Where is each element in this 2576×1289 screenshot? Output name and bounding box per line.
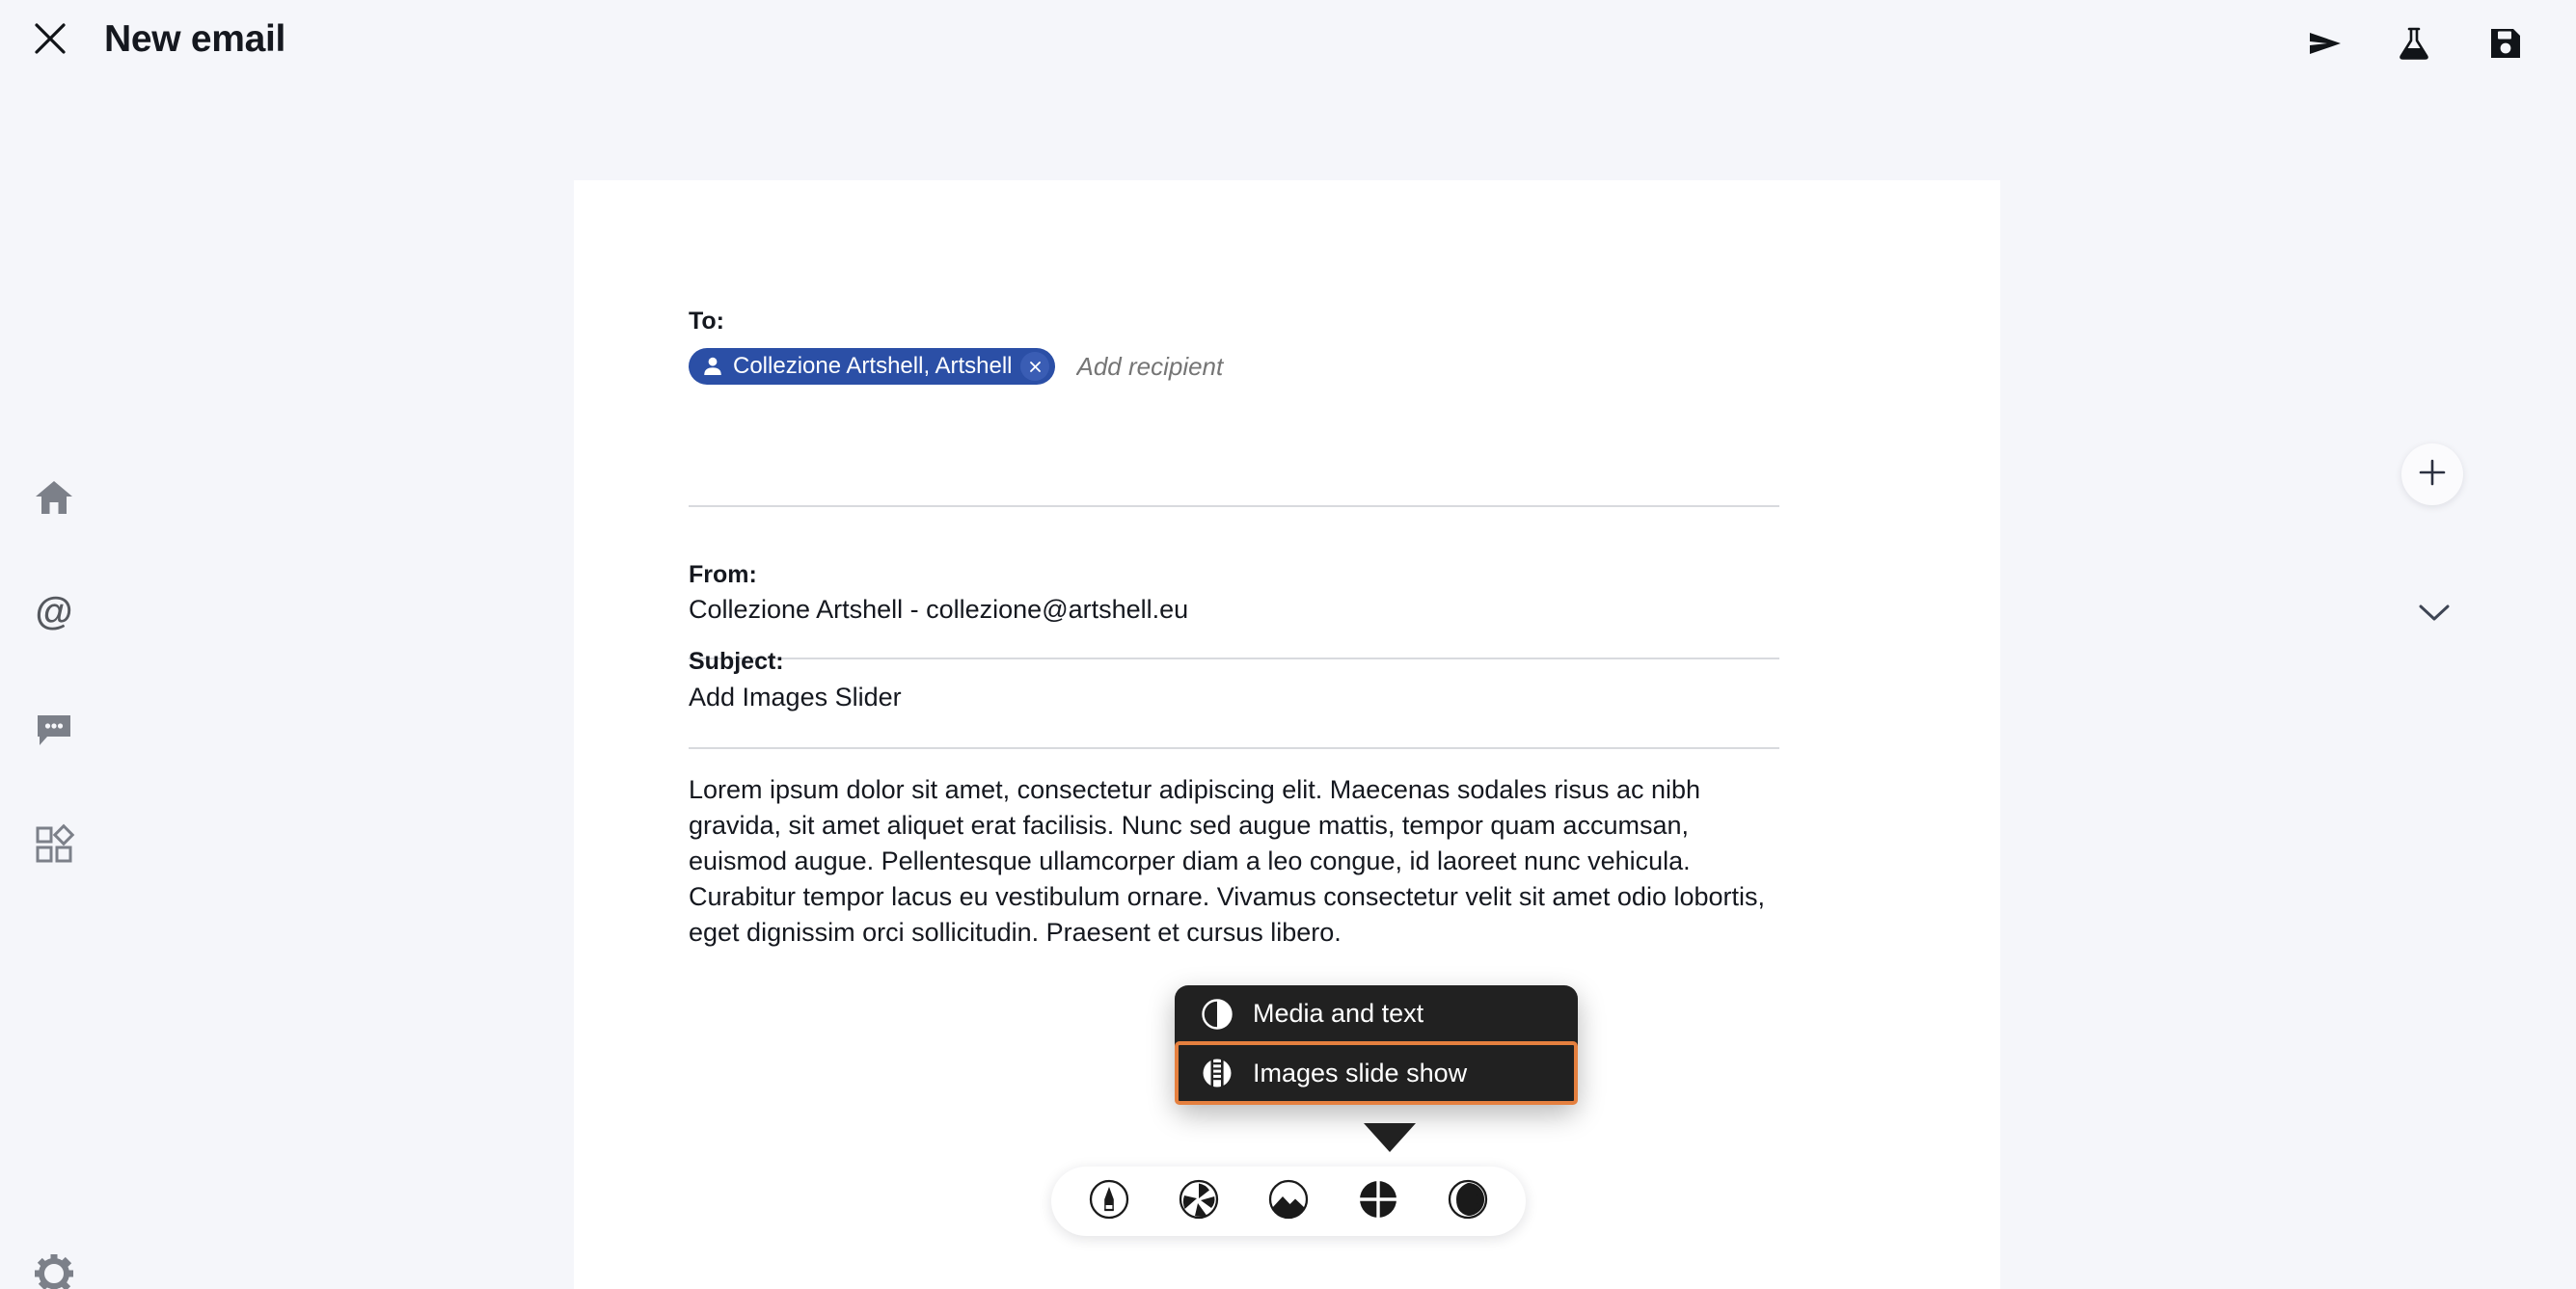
plus-icon [2417,457,2448,493]
aperture-circle-icon [1178,1178,1220,1225]
compose-form: To: Collezione Artshell, Artshell Add re… [574,180,2463,1289]
chevron-down-icon[interactable] [2410,595,2458,630]
subject-divider [689,747,1779,749]
add-circle-filled-icon [1357,1178,1399,1225]
recipient-chip-label: Collezione Artshell, Artshell [733,353,1013,379]
to-label: To: [689,308,725,335]
block-marker-button[interactable] [1083,1175,1136,1228]
block-aperture-button[interactable] [1173,1175,1226,1228]
page-title: New email [104,18,286,60]
at-icon: @ [32,590,76,640]
chat-bubble-icon [33,708,75,755]
flask-icon[interactable] [2392,21,2436,66]
sidebar-item-mentions[interactable]: @ [17,578,91,652]
gear-icon [33,1252,75,1289]
image-circle-icon [1267,1178,1310,1225]
menu-pointer-arrow [1364,1123,1416,1152]
menu-item-label: Images slide show [1253,1058,1468,1088]
menu-item-label: Media and text [1253,999,1424,1028]
menu-item-media-and-text[interactable]: Media and text [1175,985,1578,1042]
from-value[interactable]: Collezione Artshell - collezione@artshel… [689,595,1188,625]
from-label: From: [689,561,757,588]
contrast-drop-circle-icon [1447,1178,1489,1225]
add-recipient-input[interactable] [1076,351,1579,382]
left-sidebar: @ [0,87,574,1289]
send-icon[interactable] [2303,21,2347,66]
sidebar-item-chat[interactable] [17,694,91,767]
block-insert-menu: Media and text Images slide show [1175,985,1578,1152]
menu-item-images-slide-show[interactable]: Images slide show [1175,1041,1578,1105]
sidebar-item-home[interactable] [17,463,91,536]
contrast-circle-icon [1200,997,1234,1032]
sidebar-item-apps[interactable] [17,810,91,883]
remove-recipient-icon[interactable] [1020,352,1050,381]
block-contrast-button[interactable] [1441,1175,1494,1228]
block-add-button[interactable] [1351,1175,1404,1228]
app-header: New email [0,0,2576,87]
subject-label: Subject: [689,648,784,675]
save-floppy-icon[interactable] [2483,21,2528,66]
subject-value[interactable]: Add Images Slider [689,683,902,712]
sidebar-item-settings[interactable] [17,1239,91,1289]
marker-circle-icon [1088,1178,1130,1225]
recipient-chip[interactable]: Collezione Artshell, Artshell [689,348,1056,385]
from-divider [689,658,1779,659]
close-icon[interactable] [26,14,74,63]
block-toolbar [1051,1167,1526,1236]
film-circle-icon [1200,1056,1234,1090]
app-root: New email @ To: Collezione Artshell, Art… [0,0,2576,1289]
block-image-button[interactable] [1261,1175,1315,1228]
add-recipient-button[interactable] [2401,443,2463,505]
email-body-text[interactable]: Lorem ipsum dolor sit amet, consectetur … [689,772,1780,951]
apps-grid-icon [33,823,75,871]
to-divider [689,505,1779,507]
home-icon [33,476,75,524]
to-field-row: Collezione Artshell, Artshell [689,346,1779,387]
person-icon [702,356,723,377]
svg-text:@: @ [35,591,72,632]
